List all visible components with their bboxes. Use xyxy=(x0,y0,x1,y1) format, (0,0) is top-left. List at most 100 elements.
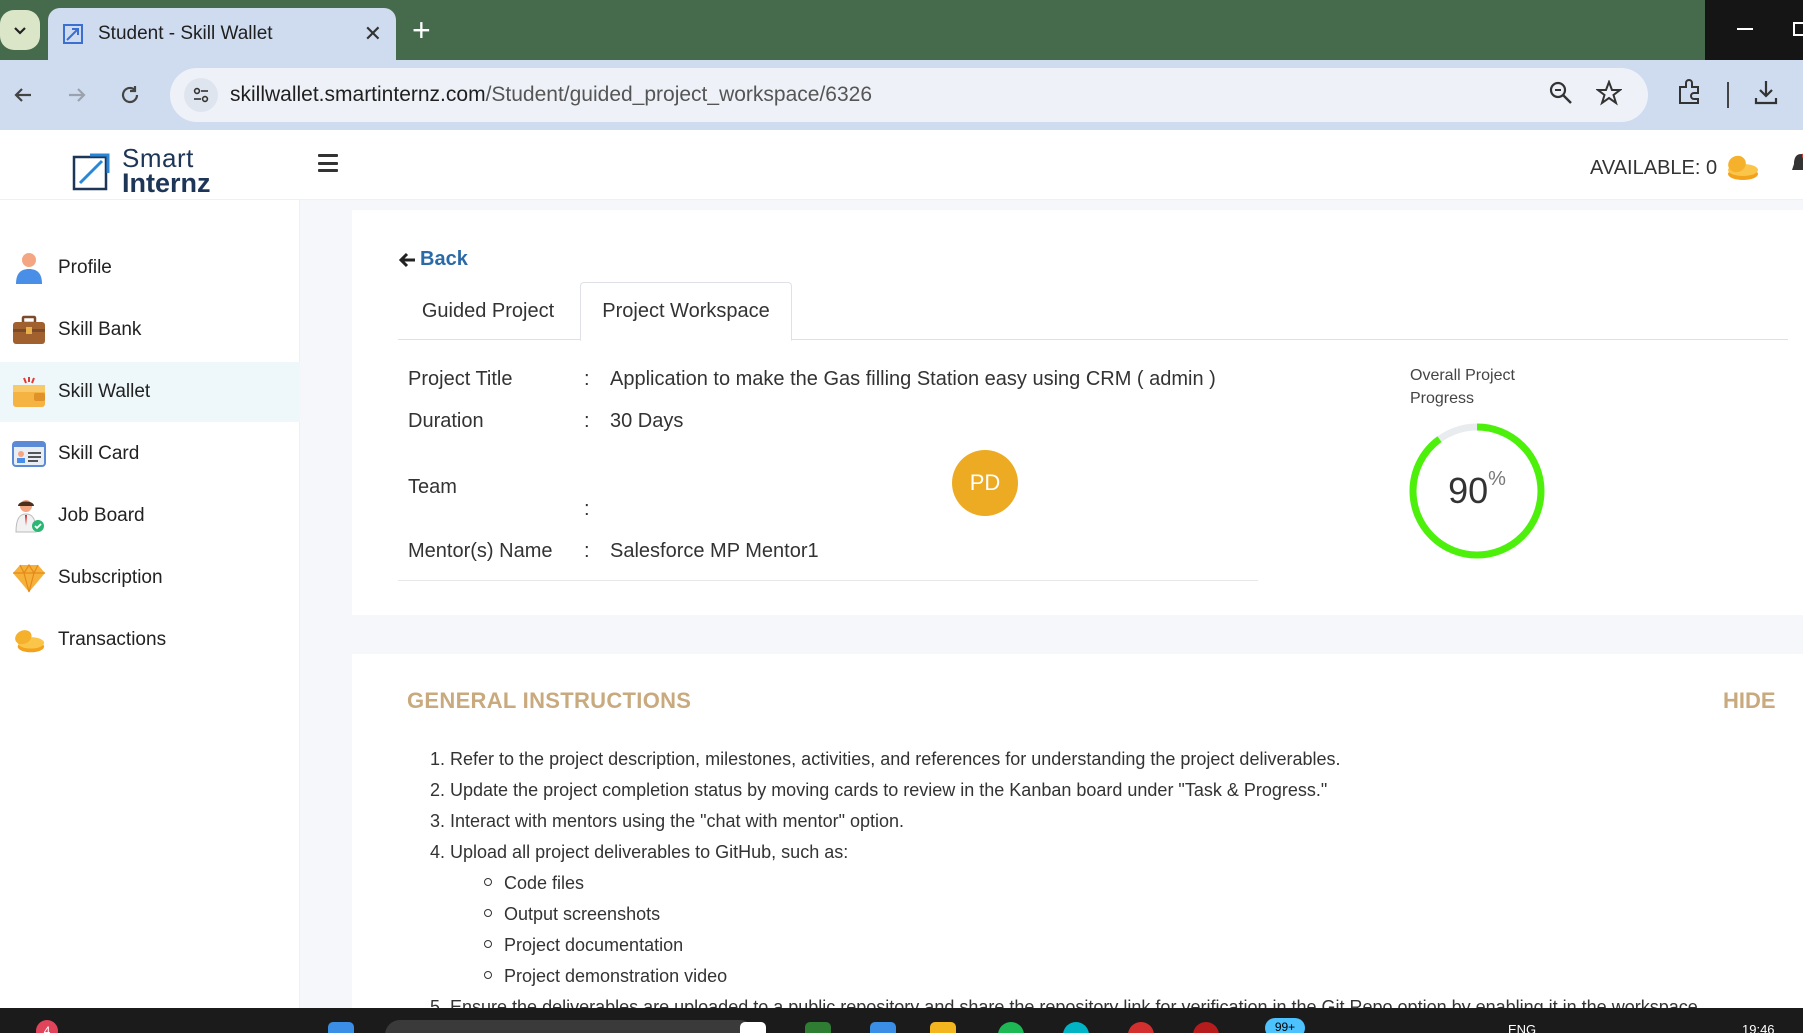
back-nav-button[interactable] xyxy=(6,78,40,112)
menu-toggle-icon[interactable] xyxy=(318,154,338,172)
browser-toolbar: skillwallet.smartinternz.com/Student/gui… xyxy=(0,60,1803,130)
bookmark-star-icon[interactable] xyxy=(1596,80,1622,106)
id-card-icon xyxy=(12,437,46,471)
coins-icon xyxy=(12,623,46,657)
back-label: Back xyxy=(420,248,468,270)
divider xyxy=(398,580,1258,581)
mentor-value: Salesforce MP Mentor1 xyxy=(610,540,819,562)
colon: : xyxy=(584,498,590,520)
instruction-subitem: Code files xyxy=(430,868,1703,899)
available-coins: AVAILABLE: 0 xyxy=(1590,154,1761,182)
tab-search-dropdown[interactable] xyxy=(0,10,40,50)
progress-unit: % xyxy=(1488,468,1506,490)
reload-button[interactable] xyxy=(113,78,147,112)
subitem-text: Project demonstration video xyxy=(504,966,728,986)
toolbar-divider xyxy=(1727,82,1729,108)
skillwallet-favicon-icon xyxy=(63,24,83,44)
progress-ring: 90% xyxy=(1408,422,1546,560)
sidebar-item-skill-bank[interactable]: Skill Bank xyxy=(0,300,300,360)
window-controls xyxy=(1705,0,1803,60)
tab-guided-project[interactable]: Guided Project xyxy=(398,282,578,340)
zoom-icon[interactable] xyxy=(1548,80,1574,106)
duration-value: 30 Days xyxy=(610,410,684,432)
app-icon[interactable] xyxy=(1193,1022,1219,1033)
available-label: AVAILABLE: 0 xyxy=(1590,156,1718,179)
app-icon[interactable] xyxy=(1063,1022,1089,1033)
clock[interactable]: 19:46 xyxy=(1742,1022,1775,1033)
site-settings-icon[interactable] xyxy=(184,78,218,112)
duration-label: Duration xyxy=(408,410,484,432)
extensions-icon[interactable] xyxy=(1676,78,1704,106)
hide-instructions-button[interactable]: HIDE xyxy=(1723,688,1776,714)
progress-value: 90% xyxy=(1408,422,1546,560)
address-bar[interactable]: skillwallet.smartinternz.com/Student/gui… xyxy=(170,68,1648,122)
folder-icon[interactable] xyxy=(930,1022,956,1033)
sidebar-item-skill-wallet[interactable]: Skill Wallet xyxy=(0,362,300,422)
team-label: Team xyxy=(408,476,457,498)
main-content: Back Guided Project Project Workspace Pr… xyxy=(300,200,1803,1008)
minimize-icon[interactable] xyxy=(1737,28,1753,30)
instruction-item: 4. Upload all project deliverables to Gi… xyxy=(430,842,849,862)
tab-title: Student - Skill Wallet xyxy=(98,23,273,44)
coins-icon xyxy=(1728,155,1759,180)
taskbar-search[interactable] xyxy=(385,1020,755,1033)
sidebar-item-profile[interactable]: Profile xyxy=(0,238,300,298)
chevron-down-icon xyxy=(14,27,26,35)
app-icon[interactable] xyxy=(740,1022,766,1033)
sidebar-item-job-board[interactable]: Job Board xyxy=(0,486,300,546)
download-icon[interactable] xyxy=(1752,78,1780,106)
logo-line2: Internz xyxy=(122,168,211,198)
project-title-label: Project Title xyxy=(408,368,513,390)
job-board-icon xyxy=(12,499,46,533)
tab-close-icon[interactable]: ✕ xyxy=(364,23,382,45)
arrow-right-icon xyxy=(69,88,86,102)
instructions-title: GENERAL INSTRUCTIONS xyxy=(407,688,692,713)
colon: : xyxy=(584,368,590,390)
logo-mark-icon xyxy=(72,153,110,191)
mentor-label: Mentor(s) Name xyxy=(408,540,553,562)
smartinternz-logo[interactable]: Smart Internz xyxy=(72,145,211,198)
sidebar: Profile Skill Bank Skill Wallet Skill Ca… xyxy=(0,200,300,1008)
sidebar-item-subscription[interactable]: Subscription xyxy=(0,548,300,608)
language-indicator[interactable]: ENG xyxy=(1508,1022,1536,1033)
notification-count-badge[interactable]: 4 xyxy=(36,1020,58,1033)
sidebar-item-transactions[interactable]: Transactions xyxy=(0,610,300,670)
project-details-card: Back Guided Project Project Workspace Pr… xyxy=(352,210,1803,615)
reload-icon xyxy=(121,86,139,104)
sidebar-item-label: Skill Wallet xyxy=(58,381,151,402)
app-icon[interactable] xyxy=(1128,1022,1154,1033)
sidebar-item-label: Skill Bank xyxy=(58,319,142,340)
instruction-subitem: Output screenshots xyxy=(430,899,1703,930)
url-path: /Student/guided_project_workspace/6326 xyxy=(485,83,873,106)
tab-project-workspace[interactable]: Project Workspace xyxy=(580,282,792,341)
start-icon[interactable] xyxy=(328,1022,354,1033)
maximize-icon[interactable] xyxy=(1793,22,1803,36)
instruction-item: 5. Ensure the deliverables are uploaded … xyxy=(430,997,1703,1008)
subitem-text: Project documentation xyxy=(504,935,684,955)
app-icon[interactable] xyxy=(870,1022,896,1033)
team-member-avatar[interactable]: PD xyxy=(952,450,1018,516)
app-icon[interactable] xyxy=(998,1022,1024,1033)
address-url: skillwallet.smartinternz.com/Student/gui… xyxy=(230,83,872,107)
sidebar-item-skill-card[interactable]: Skill Card xyxy=(0,424,300,484)
forward-nav-button[interactable] xyxy=(60,78,94,112)
subitem-text: Code files xyxy=(504,873,585,893)
new-tab-button[interactable]: + xyxy=(412,12,431,48)
arrow-left-icon xyxy=(14,88,31,102)
app-header: Smart Internz AVAILABLE: 0 xyxy=(0,130,1803,200)
instructions-list: 1. Refer to the project description, mil… xyxy=(430,744,1703,1008)
profile-icon xyxy=(12,251,46,285)
sidebar-item-label: Profile xyxy=(58,257,112,278)
progress-number: 90 xyxy=(1448,470,1489,511)
project-title-value: Application to make the Gas filling Stat… xyxy=(610,368,1216,390)
sidebar-item-label: Transactions xyxy=(58,629,167,650)
sidebar-item-label: Subscription xyxy=(58,567,163,588)
instruction-subitem: Project demonstration video xyxy=(430,961,1703,992)
browser-tab-active[interactable]: Student - Skill Wallet ✕ xyxy=(48,8,396,60)
instruction-item: 3. Interact with mentors using the "chat… xyxy=(430,811,905,831)
app-icon[interactable] xyxy=(805,1022,831,1033)
notification-bell-icon[interactable] xyxy=(1790,152,1803,178)
back-link[interactable]: Back xyxy=(398,248,468,271)
briefcase-icon xyxy=(12,313,46,347)
subitem-text: Output screenshots xyxy=(504,904,661,924)
